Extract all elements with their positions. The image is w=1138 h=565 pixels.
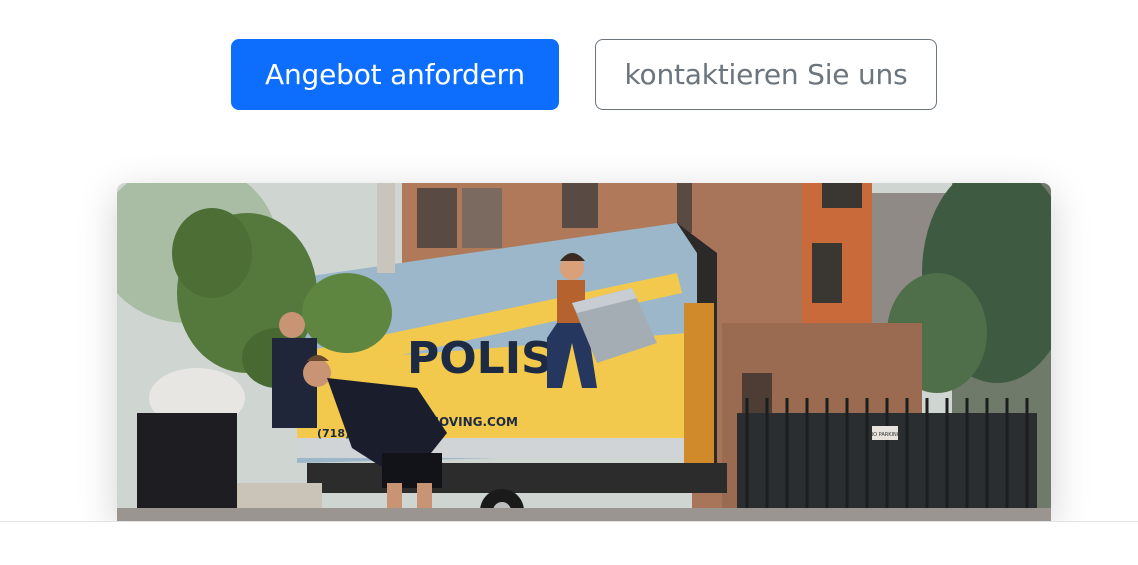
- contact-us-button[interactable]: kontaktieren Sie uns: [595, 39, 937, 110]
- section-divider: [0, 521, 1138, 565]
- request-quote-button[interactable]: Angebot anfordern: [231, 39, 559, 110]
- page: Angebot anfordern kontaktieren Sie uns N…: [0, 0, 1138, 565]
- truck-brand-text: POLIS: [407, 333, 553, 384]
- moving-truck-photo: NO PARKING POLIS (718) 7 520 MOVING.COM: [117, 183, 1051, 521]
- hero-image: NO PARKING POLIS (718) 7 520 MOVING.COM: [117, 183, 1051, 521]
- no-parking-sign: NO PARKING: [869, 432, 900, 438]
